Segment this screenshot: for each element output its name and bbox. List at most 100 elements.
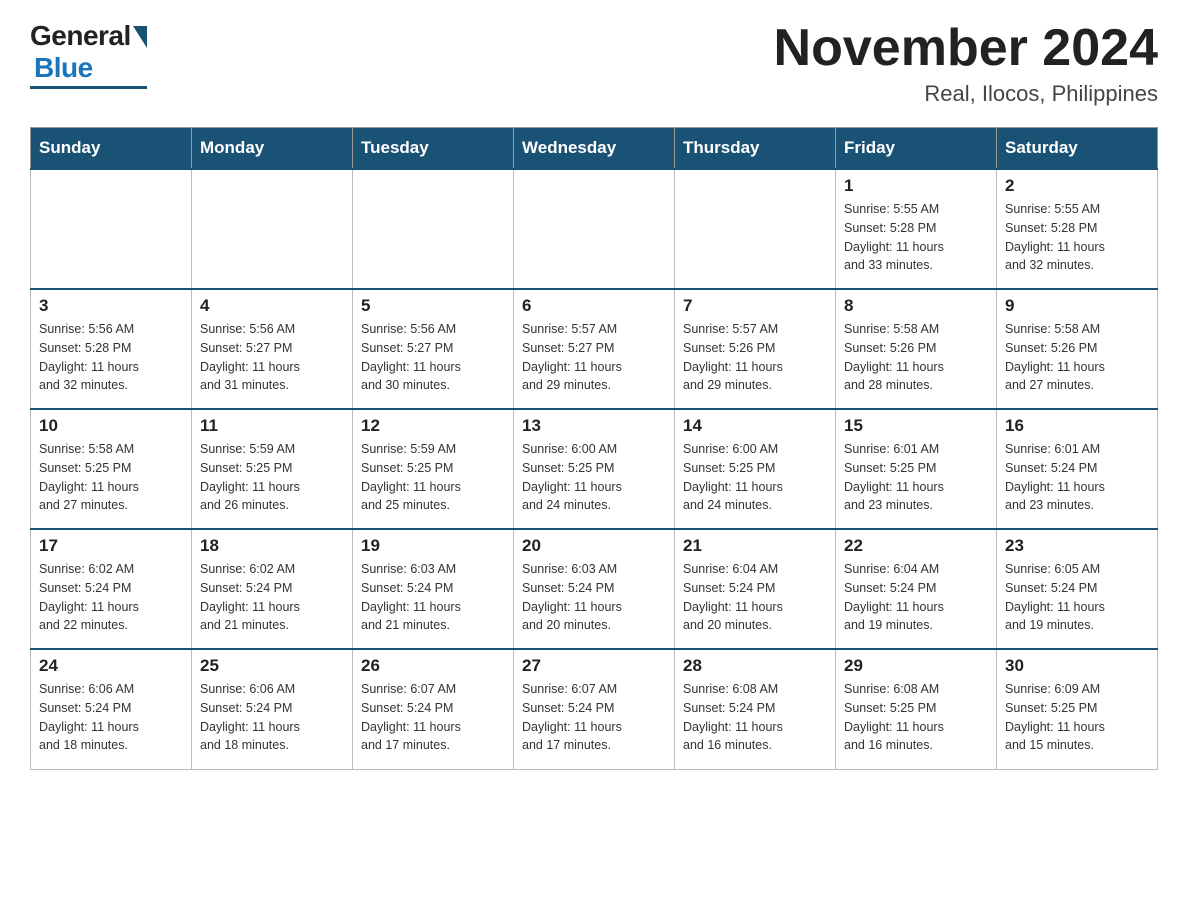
- calendar-cell: 16 Sunrise: 6:01 AMSunset: 5:24 PMDayligh…: [997, 409, 1158, 529]
- calendar-cell: 11 Sunrise: 5:59 AMSunset: 5:25 PMDayligh…: [192, 409, 353, 529]
- day-info: Sunrise: 5:58 AMSunset: 5:25 PMDaylight:…: [39, 440, 183, 515]
- calendar-cell: 2Sunrise: 5:55 AMSunset: 5:28 PMDaylight…: [997, 169, 1158, 289]
- calendar-cell: 10Sunrise: 5:58 AMSunset: 5:25 PMDayligh…: [31, 409, 192, 529]
- calendar-cell: 30Sunrise: 6:09 AMSunset: 5:25 PMDayligh…: [997, 649, 1158, 769]
- day-number: 27: [522, 656, 666, 676]
- day-number: 7: [683, 296, 827, 316]
- day-info: Sunrise: 5:56 AMSunset: 5:27 PMDaylight:…: [361, 320, 505, 395]
- calendar-cell: 20 Sunrise: 6:03 AMSunset: 5:24 PMDayligh…: [514, 529, 675, 649]
- day-number: 2: [1005, 176, 1149, 196]
- calendar-subtitle: Real, Ilocos, Philippines: [774, 81, 1158, 107]
- day-info: Sunrise: 5:55 AMSunset: 5:28 PMDaylight:…: [844, 200, 988, 275]
- day-number: 6: [522, 296, 666, 316]
- calendar-cell: 4 Sunrise: 5:56 AMSunset: 5:27 PMDaylight…: [192, 289, 353, 409]
- day-number: 3: [39, 296, 183, 316]
- day-info: Sunrise: 6:06 AMSunset: 5:24 PMDaylight:…: [200, 680, 344, 755]
- day-number: 9: [1005, 296, 1149, 316]
- calendar-cell: 29Sunrise: 6:08 AMSunset: 5:25 PMDayligh…: [836, 649, 997, 769]
- day-number: 15: [844, 416, 988, 436]
- day-number: 21: [683, 536, 827, 556]
- logo-triangle-icon: [133, 26, 147, 48]
- day-number: 11: [200, 416, 344, 436]
- day-info: Sunrise: 5:59 AMSunset: 5:25 PMDaylight:…: [200, 440, 344, 515]
- day-info: Sunrise: 6:03 AMSunset: 5:24 PMDaylight:…: [361, 560, 505, 635]
- column-header-saturday: Saturday: [997, 128, 1158, 170]
- logo-general-text: General: [30, 20, 131, 52]
- day-info: Sunrise: 5:58 AMSunset: 5:26 PMDaylight:…: [844, 320, 988, 395]
- day-info: Sunrise: 6:06 AMSunset: 5:24 PMDaylight:…: [39, 680, 183, 755]
- day-number: 25: [200, 656, 344, 676]
- day-number: 28: [683, 656, 827, 676]
- week-row-1: 1 Sunrise: 5:55 AMSunset: 5:28 PMDaylight…: [31, 169, 1158, 289]
- day-number: 12: [361, 416, 505, 436]
- calendar-cell: 12Sunrise: 5:59 AMSunset: 5:25 PMDayligh…: [353, 409, 514, 529]
- day-number: 23: [1005, 536, 1149, 556]
- day-info: Sunrise: 6:05 AMSunset: 5:24 PMDaylight:…: [1005, 560, 1149, 635]
- calendar-cell: 27Sunrise: 6:07 AMSunset: 5:24 PMDayligh…: [514, 649, 675, 769]
- column-header-monday: Monday: [192, 128, 353, 170]
- logo: General Blue: [30, 20, 147, 89]
- day-number: 16: [1005, 416, 1149, 436]
- day-number: 4: [200, 296, 344, 316]
- calendar-cell: [192, 169, 353, 289]
- day-number: 22: [844, 536, 988, 556]
- calendar-cell: 6 Sunrise: 5:57 AMSunset: 5:27 PMDaylight…: [514, 289, 675, 409]
- day-info: Sunrise: 5:56 AMSunset: 5:28 PMDaylight:…: [39, 320, 183, 395]
- day-number: 5: [361, 296, 505, 316]
- column-header-thursday: Thursday: [675, 128, 836, 170]
- day-info: Sunrise: 5:56 AMSunset: 5:27 PMDaylight:…: [200, 320, 344, 395]
- day-info: Sunrise: 6:03 AMSunset: 5:24 PMDaylight:…: [522, 560, 666, 635]
- day-number: 18: [200, 536, 344, 556]
- calendar-table: SundayMondayTuesdayWednesdayThursdayFrid…: [30, 127, 1158, 770]
- calendar-cell: 1 Sunrise: 5:55 AMSunset: 5:28 PMDaylight…: [836, 169, 997, 289]
- week-row-5: 24 Sunrise: 6:06 AMSunset: 5:24 PMDayligh…: [31, 649, 1158, 769]
- title-section: November 2024 Real, Ilocos, Philippines: [774, 20, 1158, 107]
- calendar-cell: 21 Sunrise: 6:04 AMSunset: 5:24 PMDayligh…: [675, 529, 836, 649]
- day-number: 24: [39, 656, 183, 676]
- calendar-cell: [353, 169, 514, 289]
- column-header-friday: Friday: [836, 128, 997, 170]
- day-number: 13: [522, 416, 666, 436]
- day-info: Sunrise: 5:58 AMSunset: 5:26 PMDaylight:…: [1005, 320, 1149, 395]
- day-number: 19: [361, 536, 505, 556]
- day-info: Sunrise: 5:57 AMSunset: 5:26 PMDaylight:…: [683, 320, 827, 395]
- column-header-sunday: Sunday: [31, 128, 192, 170]
- calendar-cell: 23 Sunrise: 6:05 AMSunset: 5:24 PMDayligh…: [997, 529, 1158, 649]
- day-info: Sunrise: 6:08 AMSunset: 5:24 PMDaylight:…: [683, 680, 827, 755]
- logo-blue-text: Blue: [34, 52, 93, 84]
- day-number: 20: [522, 536, 666, 556]
- day-info: Sunrise: 6:00 AMSunset: 5:25 PMDaylight:…: [522, 440, 666, 515]
- calendar-cell: 24 Sunrise: 6:06 AMSunset: 5:24 PMDayligh…: [31, 649, 192, 769]
- calendar-cell: 25 Sunrise: 6:06 AMSunset: 5:24 PMDayligh…: [192, 649, 353, 769]
- day-info: Sunrise: 6:02 AMSunset: 5:24 PMDaylight:…: [200, 560, 344, 635]
- day-number: 17: [39, 536, 183, 556]
- day-number: 1: [844, 176, 988, 196]
- day-info: Sunrise: 6:09 AMSunset: 5:25 PMDaylight:…: [1005, 680, 1149, 755]
- page-header: General Blue November 2024 Real, Ilocos,…: [30, 20, 1158, 107]
- column-header-tuesday: Tuesday: [353, 128, 514, 170]
- calendar-cell: 26 Sunrise: 6:07 AMSunset: 5:24 PMDayligh…: [353, 649, 514, 769]
- calendar-cell: 14 Sunrise: 6:00 AMSunset: 5:25 PMDayligh…: [675, 409, 836, 529]
- calendar-cell: 3 Sunrise: 5:56 AMSunset: 5:28 PMDaylight…: [31, 289, 192, 409]
- calendar-cell: 22Sunrise: 6:04 AMSunset: 5:24 PMDayligh…: [836, 529, 997, 649]
- calendar-cell: 18 Sunrise: 6:02 AMSunset: 5:24 PMDayligh…: [192, 529, 353, 649]
- calendar-cell: 13 Sunrise: 6:00 AMSunset: 5:25 PMDayligh…: [514, 409, 675, 529]
- calendar-cell: 17 Sunrise: 6:02 AMSunset: 5:24 PMDayligh…: [31, 529, 192, 649]
- day-info: Sunrise: 6:07 AMSunset: 5:24 PMDaylight:…: [361, 680, 505, 755]
- day-info: Sunrise: 6:08 AMSunset: 5:25 PMDaylight:…: [844, 680, 988, 755]
- calendar-cell: 15Sunrise: 6:01 AMSunset: 5:25 PMDayligh…: [836, 409, 997, 529]
- day-info: Sunrise: 6:04 AMSunset: 5:24 PMDaylight:…: [683, 560, 827, 635]
- day-number: 14: [683, 416, 827, 436]
- day-number: 26: [361, 656, 505, 676]
- calendar-cell: 28 Sunrise: 6:08 AMSunset: 5:24 PMDayligh…: [675, 649, 836, 769]
- day-number: 8: [844, 296, 988, 316]
- day-info: Sunrise: 6:01 AMSunset: 5:24 PMDaylight:…: [1005, 440, 1149, 515]
- day-info: Sunrise: 5:57 AMSunset: 5:27 PMDaylight:…: [522, 320, 666, 395]
- week-row-3: 10Sunrise: 5:58 AMSunset: 5:25 PMDayligh…: [31, 409, 1158, 529]
- calendar-cell: 7 Sunrise: 5:57 AMSunset: 5:26 PMDaylight…: [675, 289, 836, 409]
- day-info: Sunrise: 6:02 AMSunset: 5:24 PMDaylight:…: [39, 560, 183, 635]
- calendar-title: November 2024: [774, 20, 1158, 77]
- calendar-cell: 8 Sunrise: 5:58 AMSunset: 5:26 PMDaylight…: [836, 289, 997, 409]
- column-header-wednesday: Wednesday: [514, 128, 675, 170]
- day-info: Sunrise: 6:00 AMSunset: 5:25 PMDaylight:…: [683, 440, 827, 515]
